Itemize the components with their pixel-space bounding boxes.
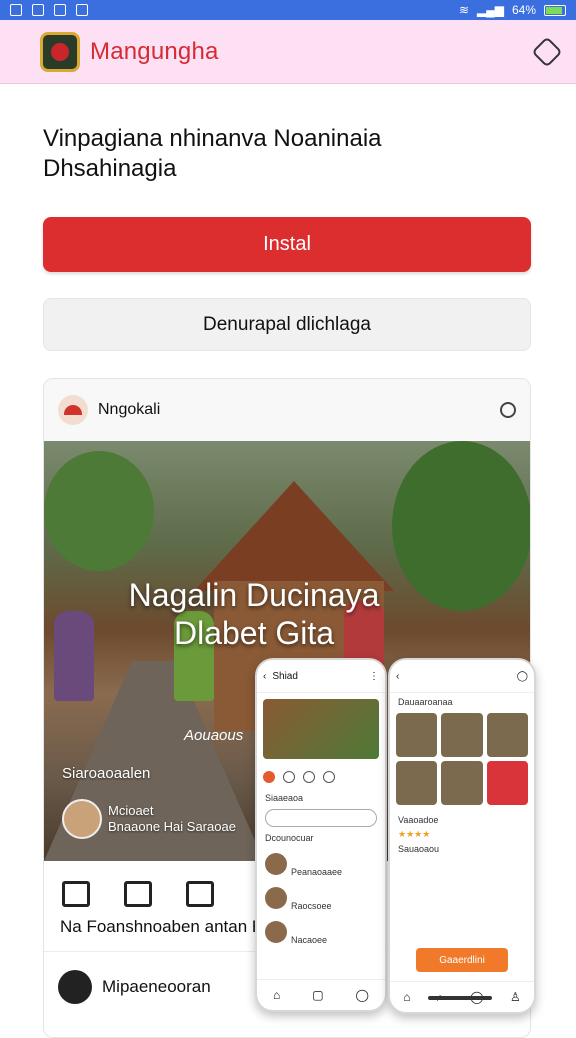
grid-photo[interactable] xyxy=(486,713,528,757)
phone-line-2: Dcounocuar xyxy=(265,833,314,843)
home-icon[interactable] xyxy=(62,881,90,907)
more-icon[interactable]: ⋮ xyxy=(369,671,379,682)
footer-avatar xyxy=(58,970,92,1004)
phone-line-2: Sauaoaou xyxy=(398,844,440,854)
app-bar: Mangungha xyxy=(0,20,576,84)
settings-icon[interactable] xyxy=(531,35,563,68)
app-logo xyxy=(40,31,80,72)
cart-icon[interactable] xyxy=(186,881,214,907)
phone-topbar: ‹ ◯ xyxy=(390,660,534,693)
author-avatar[interactable] xyxy=(62,799,102,839)
photo-title-line-1: Nagalin Ducinaya xyxy=(128,577,380,613)
phone-list-item[interactable]: Peanaoaaee xyxy=(257,853,385,877)
photo-subtext: Aouaous xyxy=(184,727,244,744)
comment-icon[interactable] xyxy=(323,771,335,783)
phone-image[interactable] xyxy=(263,699,379,759)
install-button[interactable]: Instal xyxy=(43,217,531,272)
bookmark-icon[interactable] xyxy=(303,771,315,783)
phone-mockup-left: ‹ Shiad ⋮ Siaaeaoa Dcounocuar Peanaoaaee… xyxy=(255,658,387,1012)
mail-icon xyxy=(32,4,44,16)
home-icon[interactable]: ⌂ xyxy=(403,990,410,1004)
phone-photo-grid xyxy=(390,707,534,811)
grid-photo[interactable] xyxy=(396,713,438,757)
card-header: Nngokali xyxy=(44,379,530,441)
user-avatar[interactable] xyxy=(58,395,88,425)
phone-search-input[interactable] xyxy=(265,809,377,827)
phone-icon-row xyxy=(257,765,385,789)
phone-topbar: ‹ Shiad ⋮ xyxy=(257,660,385,693)
profile-icon[interactable]: ♙ xyxy=(510,990,521,1004)
profile-icon[interactable]: ◯ xyxy=(356,988,369,1002)
grid-photo[interactable] xyxy=(486,761,528,805)
phone-list-item[interactable]: Raocsoee xyxy=(257,887,385,911)
wifi-icon: ≋ xyxy=(458,3,469,17)
battery-text: 64% xyxy=(511,3,536,17)
grid-photo[interactable] xyxy=(396,761,438,805)
heading-line-2: Dhsahinagia xyxy=(43,155,177,182)
phone-bottom-nav: ⌂ ▢ ◯ xyxy=(257,979,385,1010)
profile-icon[interactable]: ◯ xyxy=(517,671,528,682)
nav-label: Na Foanshnoaben antan B xyxy=(60,917,264,936)
grid-photo[interactable] xyxy=(441,713,483,757)
phone-header: Dauaaroanaa xyxy=(398,697,453,707)
phone-top-label: Shiad xyxy=(272,670,298,682)
footer-text: Mipaeneooran xyxy=(102,977,211,996)
photo-author[interactable]: Mcioaet Bnaaone Hai Saraoae xyxy=(62,799,236,839)
tree-shape xyxy=(44,451,154,571)
card-username[interactable]: Nngokali xyxy=(98,401,160,419)
phone-line-1: Siaaeaoa xyxy=(265,793,304,803)
grid-photo[interactable] xyxy=(441,761,483,805)
notification-icon xyxy=(10,4,22,16)
phone-action-button[interactable]: Gaaerdlini xyxy=(416,948,508,972)
home-icon[interactable]: ⌂ xyxy=(273,988,280,1002)
app-title: Mangungha xyxy=(90,37,219,65)
photo-title: Nagalin Ducinaya Dlabet Gita xyxy=(44,576,464,652)
square-icon[interactable]: ▢ xyxy=(312,988,323,1002)
roof-shape xyxy=(194,481,394,591)
status-bar: ≋ ▂▄▆ 64% xyxy=(0,0,576,20)
photo-caption: Siaroaoaalen xyxy=(62,765,151,782)
signal-icon: ▂▄▆ xyxy=(477,3,504,17)
heading-line-1: Vinpagiana nhinanva Noaninaia xyxy=(43,125,382,152)
home-indicator[interactable] xyxy=(428,996,492,1000)
page-heading: Vinpagiana nhinanva Noaninaia Dhsahinagi… xyxy=(43,124,543,184)
photo-title-line-2: Dlabet Gita xyxy=(173,615,335,651)
back-icon[interactable]: ‹ xyxy=(396,671,399,682)
store-icon[interactable] xyxy=(124,881,152,907)
secondary-button[interactable]: Denurapal dlichlaga xyxy=(43,298,531,351)
more-options-icon[interactable] xyxy=(500,402,516,418)
phone-line-1: Vaaoadoe xyxy=(398,815,439,825)
battery-icon xyxy=(544,4,566,16)
search-icon[interactable] xyxy=(283,771,295,783)
chat-icon[interactable] xyxy=(263,771,275,783)
gallery-icon xyxy=(54,4,66,16)
phone-list-item[interactable]: Nacaoee xyxy=(257,921,385,945)
author-name: Mcioaet xyxy=(108,803,154,818)
author-subtitle: Bnaaone Hai Saraoae xyxy=(108,819,236,834)
rating-stars: ★★★★ xyxy=(398,829,431,839)
back-icon[interactable]: ‹ xyxy=(263,671,266,682)
location-icon xyxy=(76,4,88,16)
phone-mockup-right: ‹ ◯ Dauaaroanaa Vaaoadoe ★★★★ Sauaoaou G… xyxy=(388,658,536,1014)
